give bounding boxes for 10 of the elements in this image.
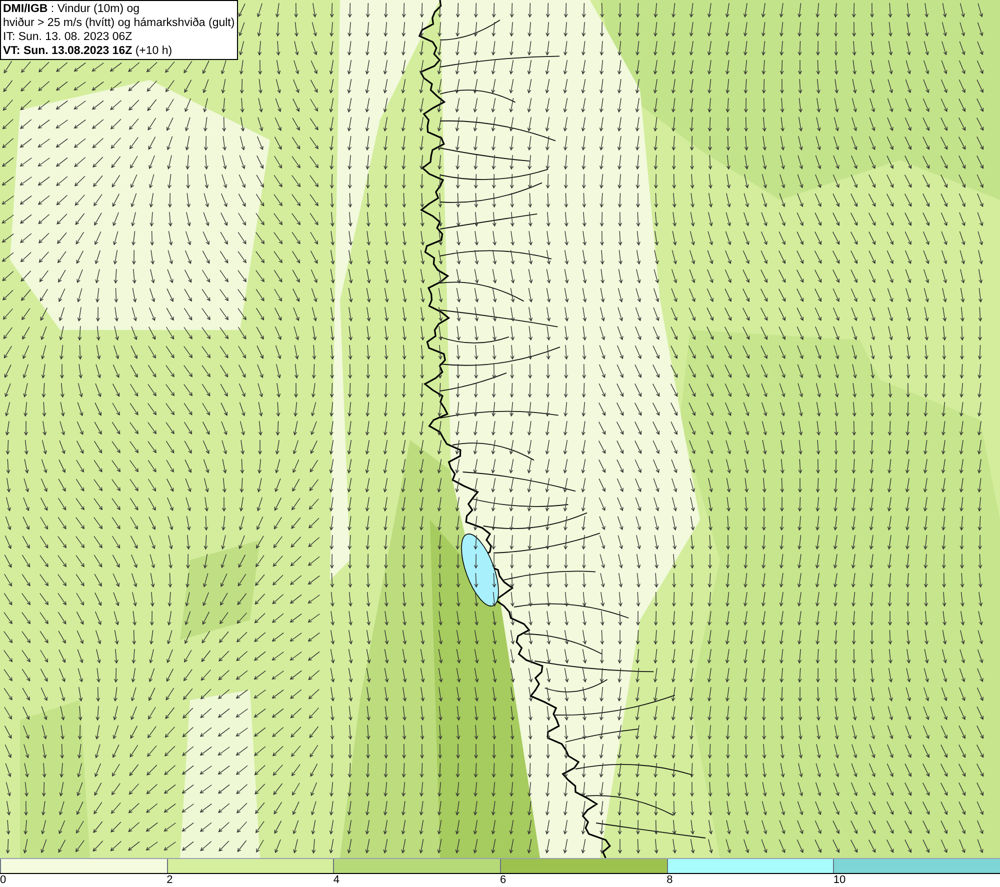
info-line: hviður > 25 m/s (hvítt) og hámarkshviða (gult) <box>3 16 235 30</box>
legend-tick-label: 6 <box>500 874 506 887</box>
legend-tick-label: 8 <box>666 874 673 887</box>
legend-tick-label: 2 <box>166 874 173 887</box>
legend-tick-label: 0 <box>0 874 6 887</box>
info-line: DMI/IGB : Vindur (10m) og <box>3 2 141 16</box>
info-line: VT: Sun. 13.08.2023 16Z (+10 h) <box>3 44 174 58</box>
legend-tick-label: 10 <box>833 874 846 887</box>
info-line: IT: Sun. 13. 08. 2023 06Z <box>3 30 134 44</box>
legend-tick-label: 4 <box>333 874 340 887</box>
